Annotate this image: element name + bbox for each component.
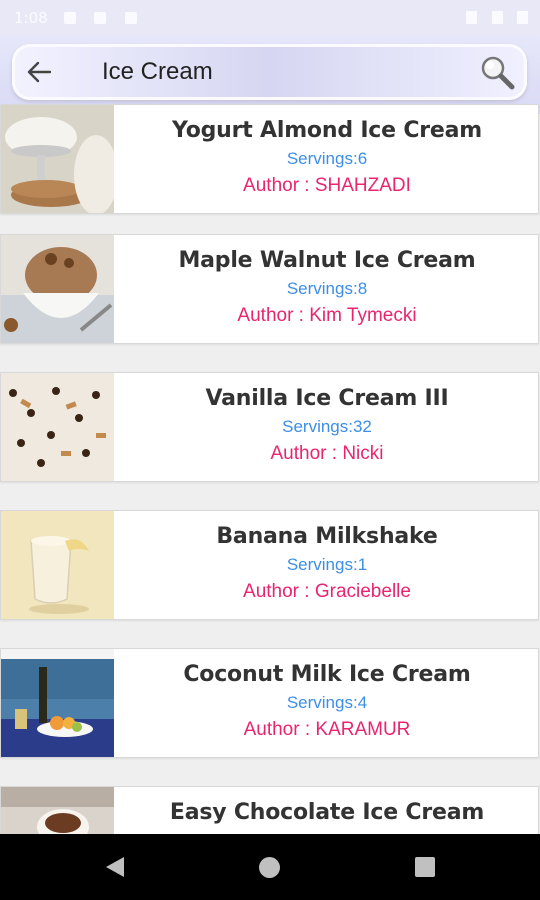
list-item[interactable]: Maple Walnut Ice Cream Servings:8 Author…	[0, 234, 539, 344]
recipe-info: Maple Walnut Ice Cream Servings:8 Author…	[114, 235, 540, 343]
recipe-info: Coconut Milk Ice Cream Servings:4 Author…	[114, 649, 540, 757]
list-item[interactable]: Vanilla Ice Cream III Servings:32 Author…	[0, 372, 539, 482]
battery-icon	[517, 11, 528, 24]
search-input[interactable]: Ice Cream	[102, 58, 213, 86]
recipe-servings: Servings:4	[286, 693, 368, 712]
notification-icon	[94, 12, 107, 24]
recipe-title: Yogurt Almond Ice Cream	[171, 118, 483, 143]
triangle-back-icon[interactable]	[104, 856, 126, 878]
recipe-title: Banana Milkshake	[216, 524, 438, 549]
recipe-info: Banana Milkshake Servings:1 Author : Gra…	[114, 511, 540, 619]
notification-icons	[64, 11, 151, 29]
recipe-author: Author : Nicki	[270, 443, 384, 464]
circle-home-icon[interactable]	[259, 857, 280, 878]
recipe-thumbnail	[1, 511, 114, 619]
recipe-title: Easy Chocolate Ice Cream	[169, 800, 485, 825]
recipe-title: Coconut Milk Ice Cream	[183, 662, 471, 687]
recipe-thumbnail	[1, 105, 114, 213]
recipe-thumbnail	[1, 649, 114, 757]
recipe-servings: Servings:6	[286, 149, 368, 168]
recipe-author: Author : KARAMUR	[243, 719, 411, 740]
search-bar[interactable]: Ice Cream	[12, 44, 527, 100]
recipe-thumbnail	[1, 235, 114, 343]
system-icons	[456, 11, 528, 29]
wifi-icon	[466, 11, 478, 24]
status-time: 1:08	[14, 9, 48, 27]
magnifier-icon[interactable]	[479, 54, 515, 90]
recipe-author: Author : Graciebelle	[243, 581, 411, 602]
recipe-servings: Servings:1	[286, 555, 368, 574]
recipe-info: Yogurt Almond Ice Cream Servings:6 Autho…	[114, 105, 540, 213]
recipe-title: Maple Walnut Ice Cream	[178, 248, 476, 273]
recipe-servings: Servings:8	[286, 279, 368, 298]
square-recents-icon[interactable]	[415, 857, 435, 877]
signal-icon	[491, 11, 503, 24]
recipe-servings: Servings:32	[282, 417, 372, 436]
search-header: Ice Cream	[0, 36, 540, 114]
recipe-author: Author : Kim Tymecki	[237, 305, 417, 326]
list-item[interactable]: Coconut Milk Ice Cream Servings:4 Author…	[0, 648, 539, 758]
list-item[interactable]: Yogurt Almond Ice Cream Servings:6 Autho…	[0, 104, 539, 214]
notification-icon	[64, 12, 76, 24]
recipe-info: Vanilla Ice Cream III Servings:32 Author…	[114, 373, 540, 481]
recipe-author: Author : SHAHZADI	[243, 175, 411, 196]
system-nav-bar	[0, 834, 540, 900]
arrow-left-icon[interactable]	[26, 60, 52, 84]
notification-icon	[124, 12, 137, 24]
list-item[interactable]: Banana Milkshake Servings:1 Author : Gra…	[0, 510, 539, 620]
recipe-thumbnail	[1, 373, 114, 481]
status-bar: 1:08	[0, 0, 540, 36]
recipe-title: Vanilla Ice Cream III	[205, 386, 449, 411]
